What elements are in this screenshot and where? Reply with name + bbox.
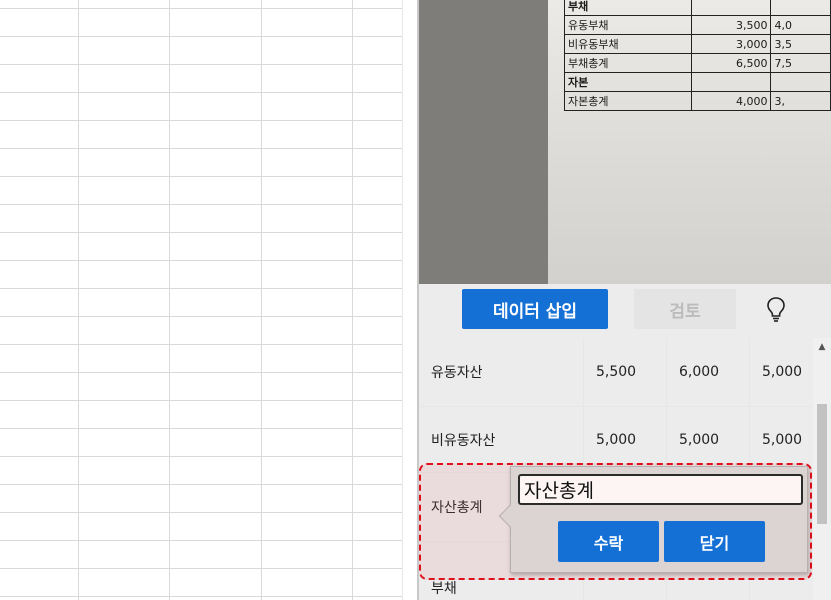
review-button[interactable]: 검토 — [634, 289, 736, 329]
grid-row-line — [0, 484, 402, 485]
grid-column-line — [352, 0, 353, 600]
cell-value: 5,500 — [596, 364, 637, 380]
scanned-value: 4,0 — [770, 15, 831, 35]
grid-row-line — [0, 316, 402, 317]
grid-row-line — [0, 36, 402, 37]
grid-row-line — [0, 540, 402, 541]
scanned-row: 부채 — [563, 0, 831, 16]
cell-value: 5,000 — [762, 364, 803, 380]
scrollbar-thumb[interactable] — [817, 404, 827, 524]
scanned-row: 부채총계 6,500 7,5 — [563, 53, 831, 73]
insert-data-button[interactable]: 데이터 삽입 — [462, 289, 608, 329]
scanned-value: 3,000 — [691, 34, 772, 54]
scanned-value — [691, 72, 772, 92]
scanned-row: 자본 — [563, 72, 831, 92]
grid-column-line — [169, 0, 170, 600]
grid-row-line — [0, 596, 402, 597]
scanned-label: 비유동부채 — [563, 34, 693, 54]
grid-row-line — [0, 344, 402, 345]
value-cell[interactable]: 6,000 — [667, 338, 749, 406]
photo-background — [419, 0, 548, 284]
grid-row-line — [0, 204, 402, 205]
grid-row-line — [0, 8, 402, 9]
cell-value: 6,000 — [679, 364, 720, 380]
scanned-value: 6,500 — [691, 53, 772, 73]
lightbulb-icon[interactable] — [763, 295, 789, 323]
label-edit-field[interactable] — [518, 474, 803, 505]
grid-row-line — [0, 232, 402, 233]
grid-row-line — [0, 428, 402, 429]
scanned-table: 부채 유동부채 3,500 4,0 비유동부채 3,000 3,5 부채총계 6… — [563, 0, 831, 111]
scanned-value: 3,5 — [770, 34, 831, 54]
scanned-row: 유동부채 3,500 4,0 — [563, 15, 831, 35]
scanned-value: 4,000 — [691, 91, 772, 111]
scanned-label: 부채총계 — [563, 53, 693, 73]
scanned-value — [770, 72, 831, 92]
row-label: 비유동자산 — [431, 432, 496, 449]
scanned-label: 자본총계 — [563, 91, 693, 111]
row-label-cell[interactable]: 유동자산 — [419, 338, 583, 406]
cell-value: 5,000 — [762, 431, 803, 448]
grid-row-line — [0, 400, 402, 401]
scanned-label: 부채 — [563, 0, 693, 16]
grid-column-line — [261, 0, 262, 600]
grid-row-line — [0, 456, 402, 457]
value-cell[interactable]: 5,500 — [584, 338, 666, 406]
edit-label-popup: 수락 닫기 — [498, 466, 808, 573]
scanned-image-preview: 부채 유동부채 3,500 4,0 비유동부채 3,000 3,5 부채총계 6… — [419, 0, 831, 284]
spreadsheet-grid[interactable] — [0, 0, 402, 600]
row-label: 유동자산 — [431, 365, 483, 381]
grid-row-line — [0, 120, 402, 121]
row-label: 부채 — [431, 581, 457, 597]
scanned-value: 3,500 — [691, 15, 772, 35]
grid-column-line — [78, 0, 79, 600]
scanned-value — [691, 0, 772, 16]
cell-value: 5,000 — [596, 431, 637, 448]
grid-row-line — [0, 176, 402, 177]
scanned-label: 자본 — [563, 72, 693, 92]
grid-row-line — [0, 288, 402, 289]
value-cell[interactable]: 5,000 — [750, 338, 813, 406]
grid-row-line — [0, 64, 402, 65]
scanned-value: 7,5 — [770, 53, 831, 73]
grid-row-line — [0, 148, 402, 149]
scroll-up-icon[interactable]: ▲ — [813, 338, 831, 356]
grid-row-line — [0, 372, 402, 373]
scanned-row: 자본총계 4,000 3, — [563, 91, 831, 111]
scanned-value — [770, 0, 831, 16]
accept-button[interactable]: 수락 — [558, 521, 659, 562]
grid-row-line — [0, 512, 402, 513]
scanned-value: 3, — [770, 91, 831, 111]
scanned-row: 비유동부채 3,000 3,5 — [563, 34, 831, 54]
grid-scroll-gutter — [402, 0, 418, 600]
grid-row-line — [0, 260, 402, 261]
grid-row-line — [0, 568, 402, 569]
scanned-label: 유동부채 — [563, 15, 693, 35]
table-scrollbar[interactable]: ▲ — [813, 338, 831, 600]
grid-row-line — [0, 92, 402, 93]
close-button[interactable]: 닫기 — [664, 521, 765, 562]
insert-toolbar: 데이터 삽입 검토 — [419, 284, 831, 338]
cell-value: 5,000 — [679, 431, 720, 448]
